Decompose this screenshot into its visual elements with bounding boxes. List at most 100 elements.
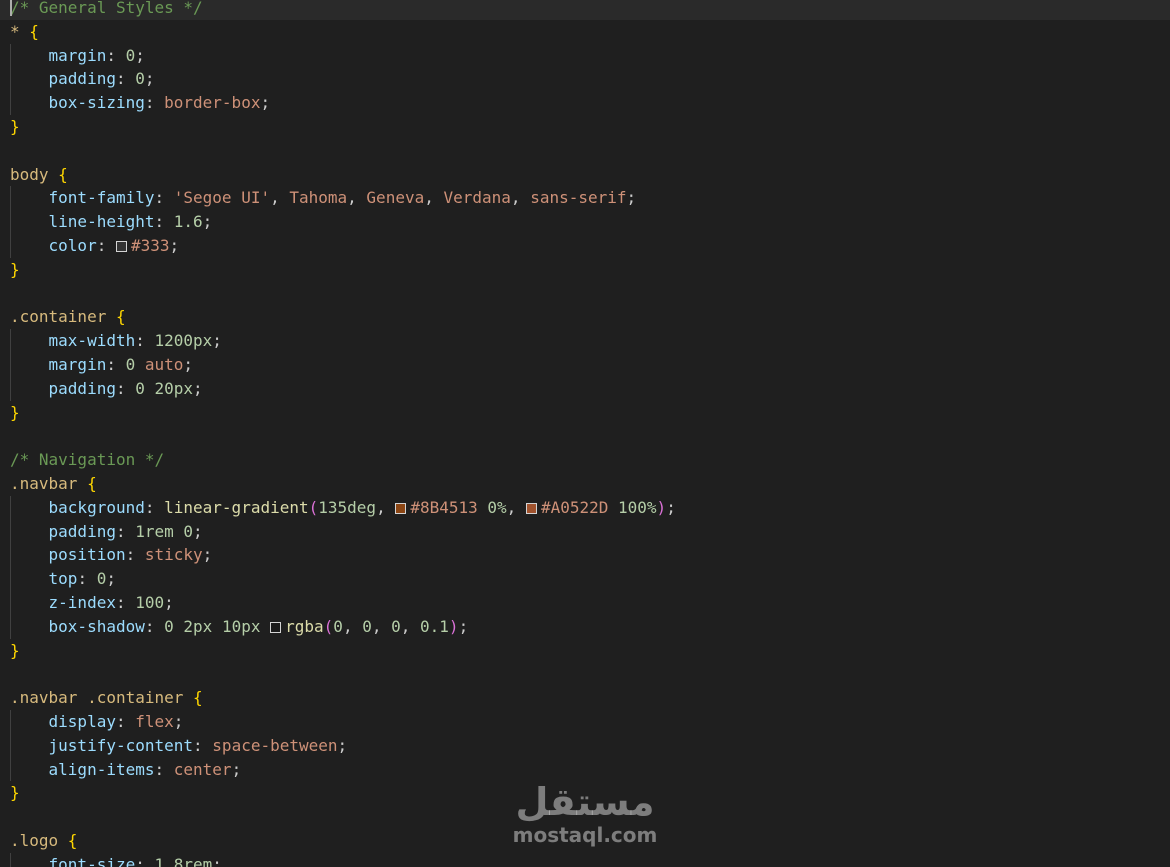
code-line[interactable]: /* General Styles */ <box>0 0 1170 20</box>
code-editor[interactable]: /* General Styles */ * { margin: 0; paddi… <box>0 0 1170 867</box>
code-token: space-between <box>212 735 338 755</box>
code-token: : <box>106 355 126 374</box>
code-line[interactable]: padding: 0; <box>10 67 155 91</box>
code-line[interactable]: .navbar { <box>10 472 97 496</box>
code-token: Tahoma <box>289 188 348 208</box>
code-line[interactable]: margin: 0; <box>10 44 145 68</box>
code-line[interactable]: position: sticky; <box>10 543 213 567</box>
color-swatch[interactable] <box>115 241 127 252</box>
code-token: ; <box>164 593 174 612</box>
code-token: border-box <box>164 93 261 113</box>
code-token: .container <box>10 307 116 327</box>
indent-guide <box>10 495 11 639</box>
code-line[interactable]: } <box>10 781 20 805</box>
code-line[interactable]: font-size: 1.8rem; <box>10 853 222 867</box>
code-line[interactable]: justify-content: space-between; <box>10 734 348 758</box>
code-token: #8B4513 <box>410 497 478 517</box>
code-token: ; <box>193 378 203 398</box>
code-token: top <box>48 569 78 589</box>
code-line[interactable]: body { <box>10 163 68 187</box>
code-token: 0% <box>487 497 507 517</box>
code-line[interactable]: display: flex; <box>10 710 184 734</box>
code-line[interactable]: } <box>10 258 20 282</box>
code-token: ; <box>169 236 180 255</box>
code-token: ; <box>337 735 348 755</box>
code-token: box-shadow <box>48 616 145 636</box>
code-token: { <box>67 831 78 850</box>
code-line[interactable]: max-width: 1200px; <box>10 329 222 353</box>
code-token: : <box>77 569 97 589</box>
code-token: 1rem <box>135 521 174 541</box>
code-token: max-width <box>48 331 136 351</box>
color-swatch[interactable] <box>525 502 537 514</box>
code-token: , <box>424 188 444 208</box>
code-token: , <box>270 188 290 208</box>
code-line[interactable]: box-sizing: border-box; <box>10 91 271 115</box>
code-token: 135deg <box>318 497 377 517</box>
code-token: : <box>154 212 174 232</box>
code-line[interactable]: align-items: center; <box>10 758 242 782</box>
code-line[interactable]: padding: 0 20px; <box>10 377 203 401</box>
code-token: display <box>48 712 116 731</box>
indent-guide <box>10 852 11 867</box>
code-token: : <box>96 236 116 255</box>
code-token: 0 <box>96 569 107 589</box>
code-token: margin <box>48 355 107 374</box>
code-line[interactable]: /* Navigation */ <box>10 448 164 472</box>
code-line[interactable]: margin: 0 auto; <box>10 353 194 377</box>
code-token: sticky <box>144 545 203 565</box>
code-token: , <box>376 497 396 517</box>
code-line[interactable]: font-family: 'Segoe UI', Tahoma, Geneva,… <box>10 186 637 210</box>
code-token: 2px <box>183 616 213 636</box>
code-token: ; <box>144 69 155 89</box>
code-token: : <box>125 545 145 565</box>
code-line[interactable]: color: #333; <box>10 234 180 258</box>
code-line[interactable]: } <box>10 639 20 663</box>
code-token: : <box>135 331 155 351</box>
code-token: : <box>115 593 136 612</box>
code-token: 10px <box>221 616 261 636</box>
code-token: 'Segoe UI' <box>173 188 271 208</box>
code-line[interactable]: } <box>10 401 20 425</box>
color-swatch[interactable] <box>270 621 282 633</box>
watermark-arabic-text: مستقل <box>515 780 655 824</box>
code-token: , <box>400 616 421 636</box>
code-token: : <box>144 93 165 113</box>
code-line[interactable]: padding: 1rem 0; <box>10 520 203 544</box>
code-line[interactable]: .container { <box>10 305 126 329</box>
color-swatch[interactable] <box>395 502 407 514</box>
code-token: { <box>58 164 68 184</box>
code-line[interactable]: } <box>10 115 20 139</box>
code-token: /* Navigation */ <box>10 450 165 470</box>
code-token: Verdana <box>443 188 511 208</box>
code-line[interactable]: .navbar .container { <box>10 686 203 710</box>
code-token: 0 <box>125 355 136 374</box>
code-line[interactable]: * { <box>10 20 39 44</box>
code-token: 0 <box>135 378 145 398</box>
code-token: ; <box>626 188 637 208</box>
code-line[interactable]: z-index: 100; <box>10 591 174 615</box>
code-line[interactable]: background: linear-gradient(135deg, #8B4… <box>10 496 676 520</box>
code-line[interactable]: .logo { <box>10 829 77 853</box>
code-token: * <box>10 21 30 41</box>
code-line[interactable]: box-shadow: 0 2px 10px rgba(0, 0, 0, 0.1… <box>10 615 469 639</box>
code-token: sans-serif <box>530 188 627 208</box>
code-token: ; <box>212 331 222 351</box>
code-token: , <box>510 188 531 208</box>
code-line[interactable]: line-height: 1.6; <box>10 210 213 234</box>
code-line[interactable]: top: 0; <box>10 567 116 591</box>
code-token: : <box>115 712 136 731</box>
code-token: 0 <box>183 521 194 541</box>
code-token: 1.6 <box>173 212 203 232</box>
